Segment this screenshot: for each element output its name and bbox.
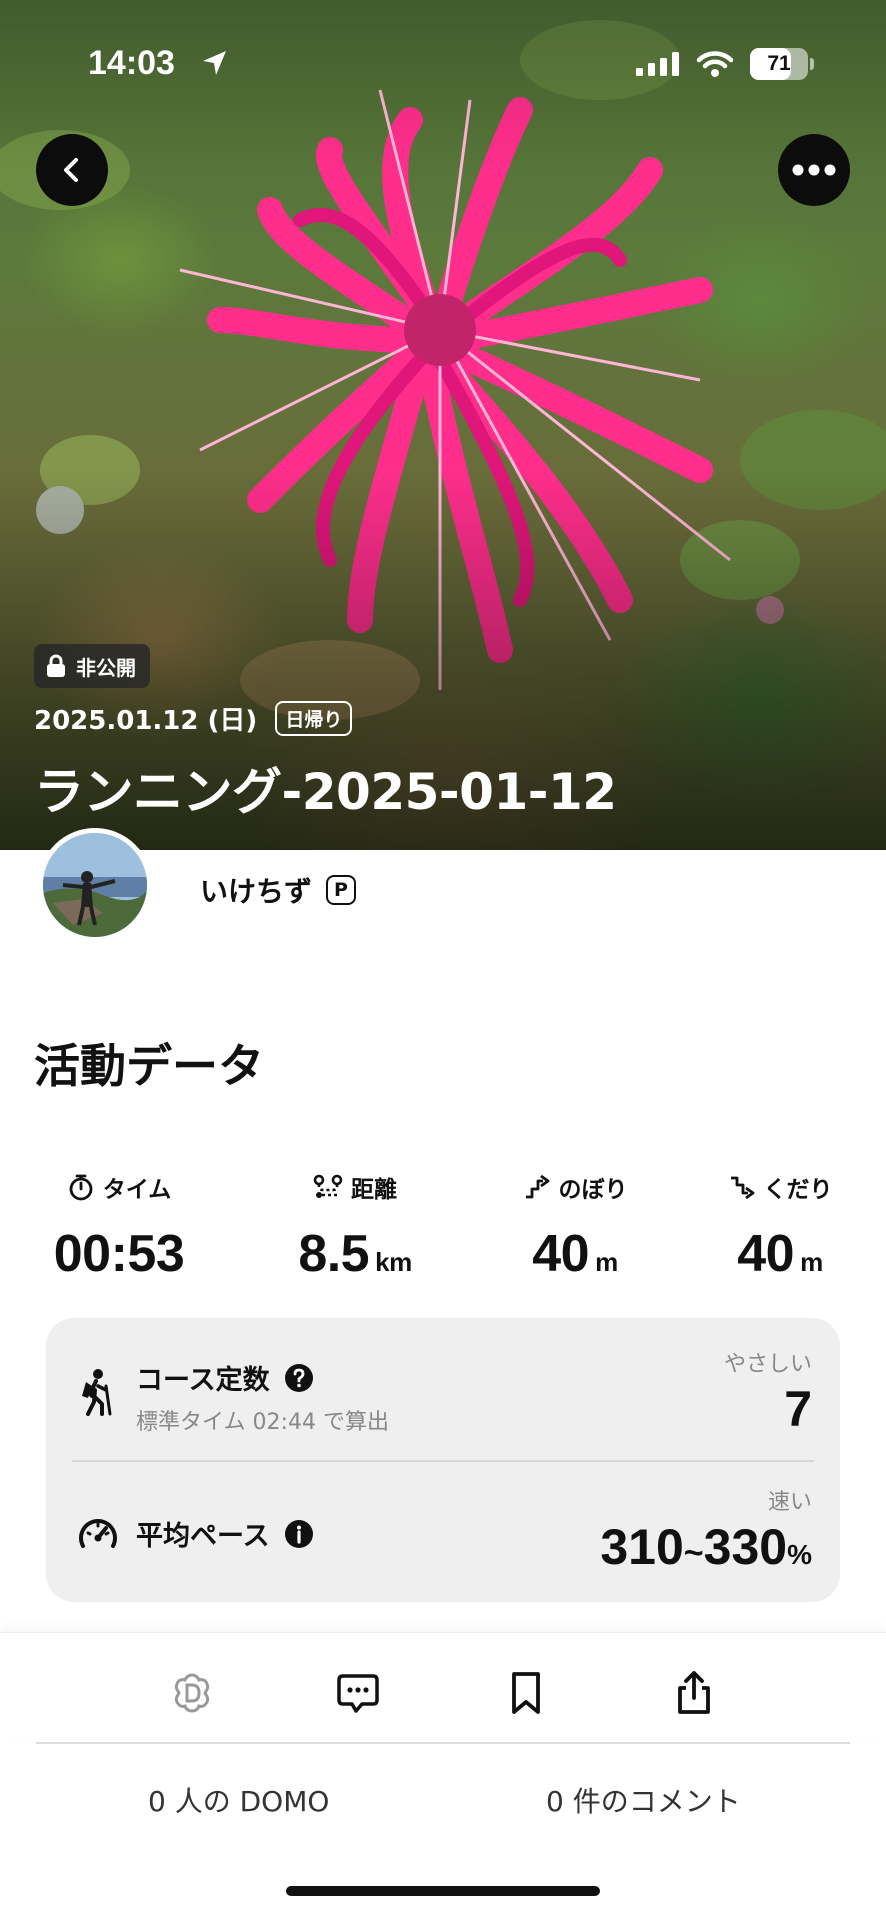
info-icon[interactable] [284, 1519, 314, 1549]
average-pace-title: 平均ペース [136, 1521, 270, 1552]
back-button[interactable] [36, 134, 108, 206]
ascent-icon [525, 1174, 549, 1199]
stat-time-value: 00:53 [53, 1225, 185, 1283]
ellipsis-icon [792, 164, 836, 176]
stat-time: タイム 00:53 [34, 1170, 204, 1284]
stat-ascent: のぼり 40 m [490, 1170, 660, 1284]
pace-speed-label: 速い [767, 1490, 812, 1515]
home-indicator[interactable] [286, 1886, 600, 1896]
stat-distance-label: 距離 [351, 1177, 397, 1203]
stat-descent-unit: m [800, 1247, 823, 1277]
stat-time-label-row: タイム [34, 1170, 204, 1204]
stat-distance-label-row: 距離 [270, 1170, 440, 1204]
stat-ascent-unit: m [595, 1247, 618, 1277]
stat-distance: 距離 8.5 km [270, 1170, 440, 1284]
location-arrow-icon [203, 51, 226, 75]
pace-value: 310~330% [600, 1518, 812, 1576]
activity-date-row: 2025.01.12 (日) 日帰り [34, 700, 353, 737]
bookmark-icon [512, 1672, 540, 1714]
hiker-icon [82, 1369, 112, 1416]
user-name: いけちず [200, 875, 313, 908]
trip-type-tag: 日帰り [275, 701, 353, 736]
stat-distance-value: 8.5 [298, 1225, 370, 1283]
stat-descent: くだり 40 m [700, 1170, 860, 1284]
stat-time-value-row: 00:53 [34, 1224, 204, 1284]
lock-icon [47, 654, 65, 677]
section-title: 活動データ [34, 1039, 264, 1093]
battery-cap [810, 58, 814, 70]
stat-descent-label-row: くだり [700, 1170, 860, 1204]
more-options-button[interactable] [778, 134, 850, 206]
course-pace-card: コース定数 標準タイム 02:44 で算出 やさしい 7 平均ペース 速い 31… [46, 1318, 840, 1602]
share-button[interactable] [666, 1665, 722, 1721]
action-divider [36, 1742, 850, 1744]
speedometer-icon [79, 1519, 117, 1548]
premium-badge: P [326, 875, 357, 905]
pace-separator: ~ [683, 1534, 704, 1572]
course-difficulty-label: やさしい [723, 1352, 812, 1377]
visibility-badge: 非公開 [34, 644, 150, 688]
chevron-left-icon [64, 158, 78, 182]
user-name-row[interactable]: いけちず P [200, 870, 357, 910]
wifi-icon [696, 51, 734, 77]
average-pace-row[interactable]: 平均ペース 速い 310~330% [46, 1460, 840, 1602]
help-icon[interactable] [284, 1363, 314, 1393]
domo-count-link[interactable]: 0 人の DOMO [148, 1780, 329, 1820]
status-time: 14:03 [88, 44, 175, 82]
stat-ascent-label-row: のぼり [490, 1170, 660, 1204]
share-icon [678, 1671, 710, 1714]
battery-indicator: 71 [750, 48, 808, 80]
course-constant-value: 7 [784, 1381, 812, 1437]
action-bar [0, 1632, 886, 1742]
descent-icon [730, 1176, 754, 1200]
stat-ascent-label: のぼり [558, 1177, 628, 1203]
stat-descent-value: 40 [737, 1225, 795, 1283]
stat-ascent-value: 40 [532, 1225, 590, 1283]
comment-count-link[interactable]: 0 件のコメント [546, 1780, 741, 1820]
stat-time-label: タイム [102, 1177, 172, 1203]
stat-ascent-value-row: 40 m [490, 1224, 660, 1284]
pace-value-low: 310 [600, 1519, 684, 1575]
course-constant-title: コース定数 [136, 1365, 270, 1396]
course-constant-subtitle: 標準タイム 02:44 で算出 [136, 1410, 389, 1435]
route-icon [313, 1174, 343, 1198]
pace-value-high: 330 [703, 1519, 788, 1575]
visibility-label: 非公開 [76, 655, 136, 680]
avatar-photo [43, 833, 147, 937]
battery-level-text: 71 [767, 52, 791, 75]
stopwatch-icon [69, 1174, 93, 1201]
pace-unit: % [787, 1539, 812, 1570]
cellular-signal-icon [636, 52, 679, 76]
stat-descent-label: くだり [763, 1177, 833, 1203]
stat-distance-unit: km [375, 1247, 412, 1277]
domo-flower-icon [174, 1673, 210, 1713]
comment-button[interactable] [330, 1665, 386, 1721]
average-pace-title-row: 平均ペース [136, 1514, 314, 1553]
activity-date: 2025.01.12 (日) [34, 706, 258, 736]
stat-descent-value-row: 40 m [700, 1224, 860, 1284]
comment-bubble-icon [337, 1674, 379, 1713]
activity-title: ランニング-2025-01-12 [34, 763, 617, 821]
course-constant-title-row: コース定数 [136, 1358, 314, 1397]
course-constant-row[interactable]: コース定数 標準タイム 02:44 で算出 やさしい 7 [46, 1318, 840, 1460]
bookmark-button[interactable] [498, 1665, 554, 1721]
stat-distance-value-row: 8.5 km [270, 1224, 440, 1284]
domo-button[interactable] [164, 1665, 220, 1721]
avatar[interactable] [38, 828, 152, 942]
